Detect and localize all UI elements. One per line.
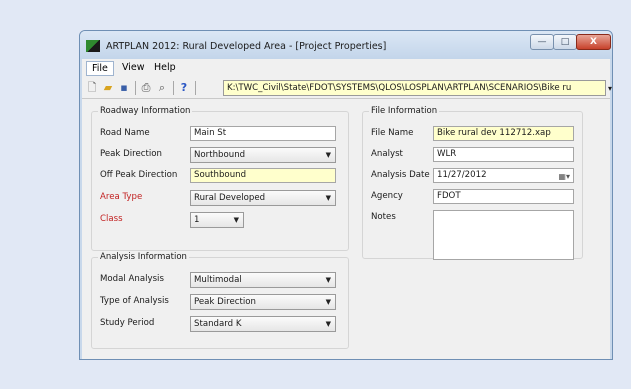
toolbar-separator: [173, 81, 174, 95]
peak-direction-select[interactable]: Northbound ▼: [190, 147, 336, 163]
maximize-button[interactable]: □: [553, 34, 577, 50]
type-of-analysis-label: Type of Analysis: [100, 296, 169, 306]
file-information-title: File Information: [369, 106, 440, 116]
file-name-field[interactable]: Bike rural dev 112712.xap: [433, 126, 574, 141]
toolbar: 🗋 ▰ ▪ ⎙ ⌕ ? K:\TWC_Civil\State\FDOT\SYST…: [82, 78, 612, 99]
agency-input[interactable]: FDOT: [433, 189, 574, 204]
notes-textarea[interactable]: [433, 210, 574, 260]
type-of-analysis-select[interactable]: Peak Direction ▼: [190, 294, 336, 310]
analysis-information-title: Analysis Information: [98, 252, 189, 262]
area-type-select[interactable]: Rural Developed ▼: [190, 190, 336, 206]
file-information-group: File Information File Name Bike rural de…: [362, 106, 583, 260]
chevron-down-icon: ▼: [325, 298, 331, 306]
menu-bar: File View Help: [82, 59, 610, 78]
toolbar-separator: [135, 81, 136, 95]
chevron-down-icon: ▼: [233, 216, 239, 224]
road-name-label: Road Name: [100, 128, 150, 138]
analyst-label: Analyst: [371, 149, 403, 159]
print-icon[interactable]: ⎙: [140, 81, 152, 94]
project-properties-form: Roadway Information Road Name Main St Pe…: [82, 99, 610, 359]
window-title: ARTPLAN 2012: Rural Developed Area - [Pr…: [106, 41, 387, 52]
toolbar-separator: [195, 81, 196, 95]
close-button[interactable]: X: [576, 34, 611, 50]
modal-analysis-label: Modal Analysis: [100, 274, 164, 284]
file-name-label: File Name: [371, 128, 414, 138]
study-period-select[interactable]: Standard K ▼: [190, 316, 336, 332]
menu-file[interactable]: File: [86, 61, 114, 76]
artplan-logo-icon: [86, 40, 100, 52]
open-icon[interactable]: ▰: [102, 81, 114, 94]
menu-view[interactable]: View: [122, 62, 145, 73]
chevron-down-icon: ▼: [325, 276, 331, 284]
chevron-down-icon: ▼: [325, 151, 331, 159]
file-path-field[interactable]: K:\TWC_Civil\State\FDOT\SYSTEMS\QLOS\LOS…: [223, 80, 606, 96]
roadway-information-group: Roadway Information Road Name Main St Pe…: [91, 106, 349, 251]
analyst-input[interactable]: WLR: [433, 147, 574, 162]
road-name-input[interactable]: Main St: [190, 126, 336, 141]
menu-help[interactable]: Help: [154, 62, 176, 73]
class-label: Class: [100, 214, 123, 224]
study-period-label: Study Period: [100, 318, 155, 328]
area-type-value: Rural Developed: [194, 193, 266, 203]
roadway-information-title: Roadway Information: [98, 106, 193, 116]
analysis-date-label: Analysis Date: [371, 170, 430, 180]
calendar-dropdown-icon[interactable]: ▦▾: [558, 170, 570, 182]
app-window: ARTPLAN 2012: Rural Developed Area - [Pr…: [79, 30, 613, 360]
chevron-down-icon: ▼: [325, 320, 331, 328]
toolbar-overflow-icon[interactable]: ▾: [608, 84, 612, 93]
study-period-value: Standard K: [194, 319, 242, 329]
save-icon[interactable]: ▪: [118, 81, 130, 94]
analysis-date-value: 11/27/2012: [437, 170, 487, 180]
analysis-information-group: Analysis Information Modal Analysis Mult…: [91, 252, 349, 349]
off-peak-direction-field[interactable]: Southbound: [190, 168, 336, 183]
area-type-label: Area Type: [100, 192, 143, 202]
class-value: 1: [194, 215, 200, 225]
peak-direction-value: Northbound: [194, 150, 246, 160]
new-icon[interactable]: 🗋: [86, 81, 98, 94]
help-icon[interactable]: ?: [178, 81, 190, 94]
peak-direction-label: Peak Direction: [100, 149, 162, 159]
modal-analysis-value: Multimodal: [194, 275, 242, 285]
minimize-button[interactable]: —: [530, 34, 554, 50]
notes-label: Notes: [371, 212, 396, 222]
agency-label: Agency: [371, 191, 403, 201]
title-bar: ARTPLAN 2012: Rural Developed Area - [Pr…: [80, 31, 612, 59]
chevron-down-icon: ▼: [325, 194, 331, 202]
modal-analysis-select[interactable]: Multimodal ▼: [190, 272, 336, 288]
class-select[interactable]: 1 ▼: [190, 212, 244, 228]
analysis-date-picker[interactable]: 11/27/2012 ▦▾: [433, 168, 574, 183]
print-preview-icon[interactable]: ⌕: [156, 81, 168, 94]
off-peak-direction-label: Off Peak Direction: [100, 170, 178, 180]
type-of-analysis-value: Peak Direction: [194, 297, 256, 307]
